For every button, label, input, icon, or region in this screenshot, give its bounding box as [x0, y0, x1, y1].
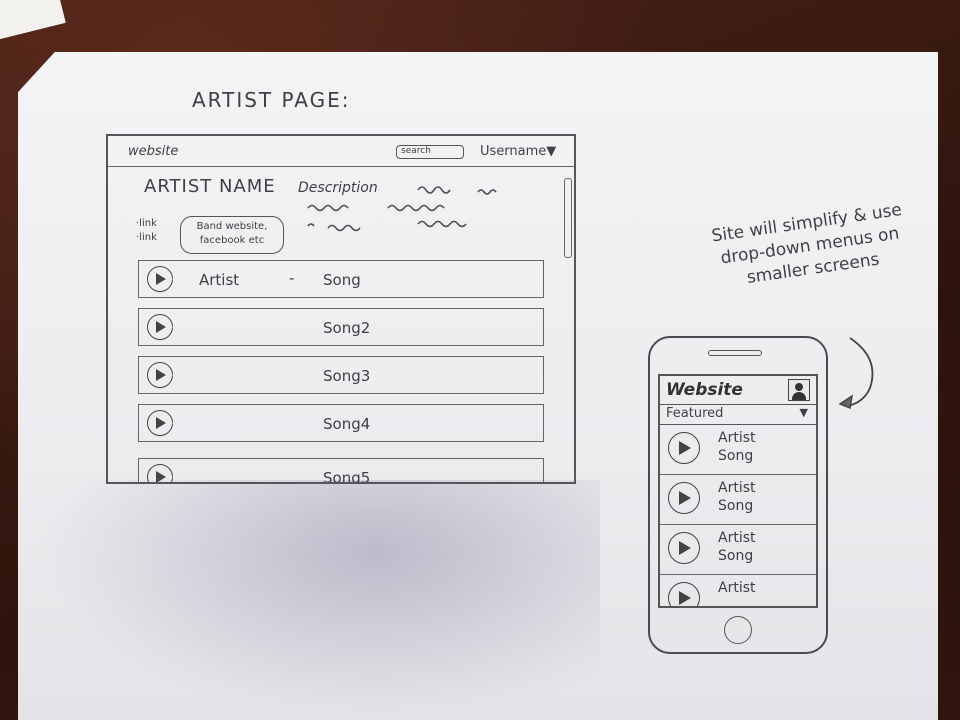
song-row[interactable]: Song2 [138, 308, 544, 346]
song-row[interactable]: Artist - Song [138, 260, 544, 298]
play-icon[interactable] [668, 432, 700, 464]
song-row-title: Song4 [323, 415, 371, 433]
mobile-item-artist: Artist [718, 580, 756, 596]
description-placeholder-lines [307, 186, 497, 232]
song-row-dash: - [289, 269, 295, 287]
play-icon[interactable] [668, 482, 700, 514]
play-icon[interactable] [147, 362, 173, 388]
home-button[interactable] [724, 616, 752, 644]
dropdown-label: Featured [666, 406, 724, 421]
links-annotation-bubble: Band website, facebook etc [180, 216, 284, 254]
song-row-artist: Artist [199, 271, 240, 289]
chevron-down-icon[interactable]: ▼ [800, 406, 808, 419]
play-icon[interactable] [147, 266, 173, 292]
mobile-song-item[interactable]: Artist Song [660, 424, 816, 475]
song-row-title: Song [323, 271, 361, 289]
mobile-item-song: Song [718, 448, 754, 464]
song-row[interactable]: Song4 [138, 404, 544, 442]
song-row[interactable]: Song5 [138, 458, 544, 484]
mobile-item-song: Song [718, 498, 754, 514]
mobile-item-artist: Artist [718, 430, 756, 446]
song-row-title: Song3 [323, 367, 371, 385]
play-icon[interactable] [147, 464, 173, 482]
song-row[interactable]: Song3 [138, 356, 544, 394]
mobile-screen: Website Featured ▼ Artist Song Artist So… [658, 374, 818, 608]
link-item[interactable]: ·link [136, 218, 157, 229]
desktop-brand-logo[interactable]: website [128, 144, 178, 159]
mobile-header: Website [660, 376, 816, 405]
mobile-brand-logo[interactable]: Website [666, 380, 743, 400]
play-icon[interactable] [668, 582, 700, 606]
song-row-title: Song5 [323, 469, 371, 484]
annotation-arrow-icon [838, 337, 874, 410]
sketch-title: ARTIST PAGE: [192, 88, 351, 112]
featured-dropdown[interactable]: Featured ▼ [660, 404, 816, 425]
artist-name-heading: ARTIST NAME [144, 176, 276, 197]
user-avatar-icon[interactable] [788, 379, 810, 401]
scrollbar[interactable] [564, 178, 572, 258]
mobile-item-song: Song [718, 548, 754, 564]
desktop-search-input[interactable]: search [396, 145, 464, 159]
desktop-header: website search Username▼ [108, 136, 574, 167]
play-icon[interactable] [668, 532, 700, 564]
mobile-song-item[interactable]: Artist Song [660, 524, 816, 575]
play-icon[interactable] [147, 314, 173, 340]
mobile-phone-wireframe: Website Featured ▼ Artist Song Artist So… [648, 336, 828, 654]
paper-shadow [40, 480, 600, 720]
mobile-song-item[interactable]: Artist Song [660, 474, 816, 525]
username-dropdown[interactable]: Username▼ [480, 144, 556, 159]
mobile-song-item[interactable]: Artist [660, 574, 816, 606]
song-row-title: Song2 [323, 319, 371, 337]
phone-speaker [708, 350, 762, 356]
mobile-item-artist: Artist [718, 480, 756, 496]
mobile-item-artist: Artist [718, 530, 756, 546]
play-icon[interactable] [147, 410, 173, 436]
link-item[interactable]: ·link [136, 232, 157, 243]
desktop-wireframe: website search Username▼ ARTIST NAME Des… [106, 134, 576, 484]
